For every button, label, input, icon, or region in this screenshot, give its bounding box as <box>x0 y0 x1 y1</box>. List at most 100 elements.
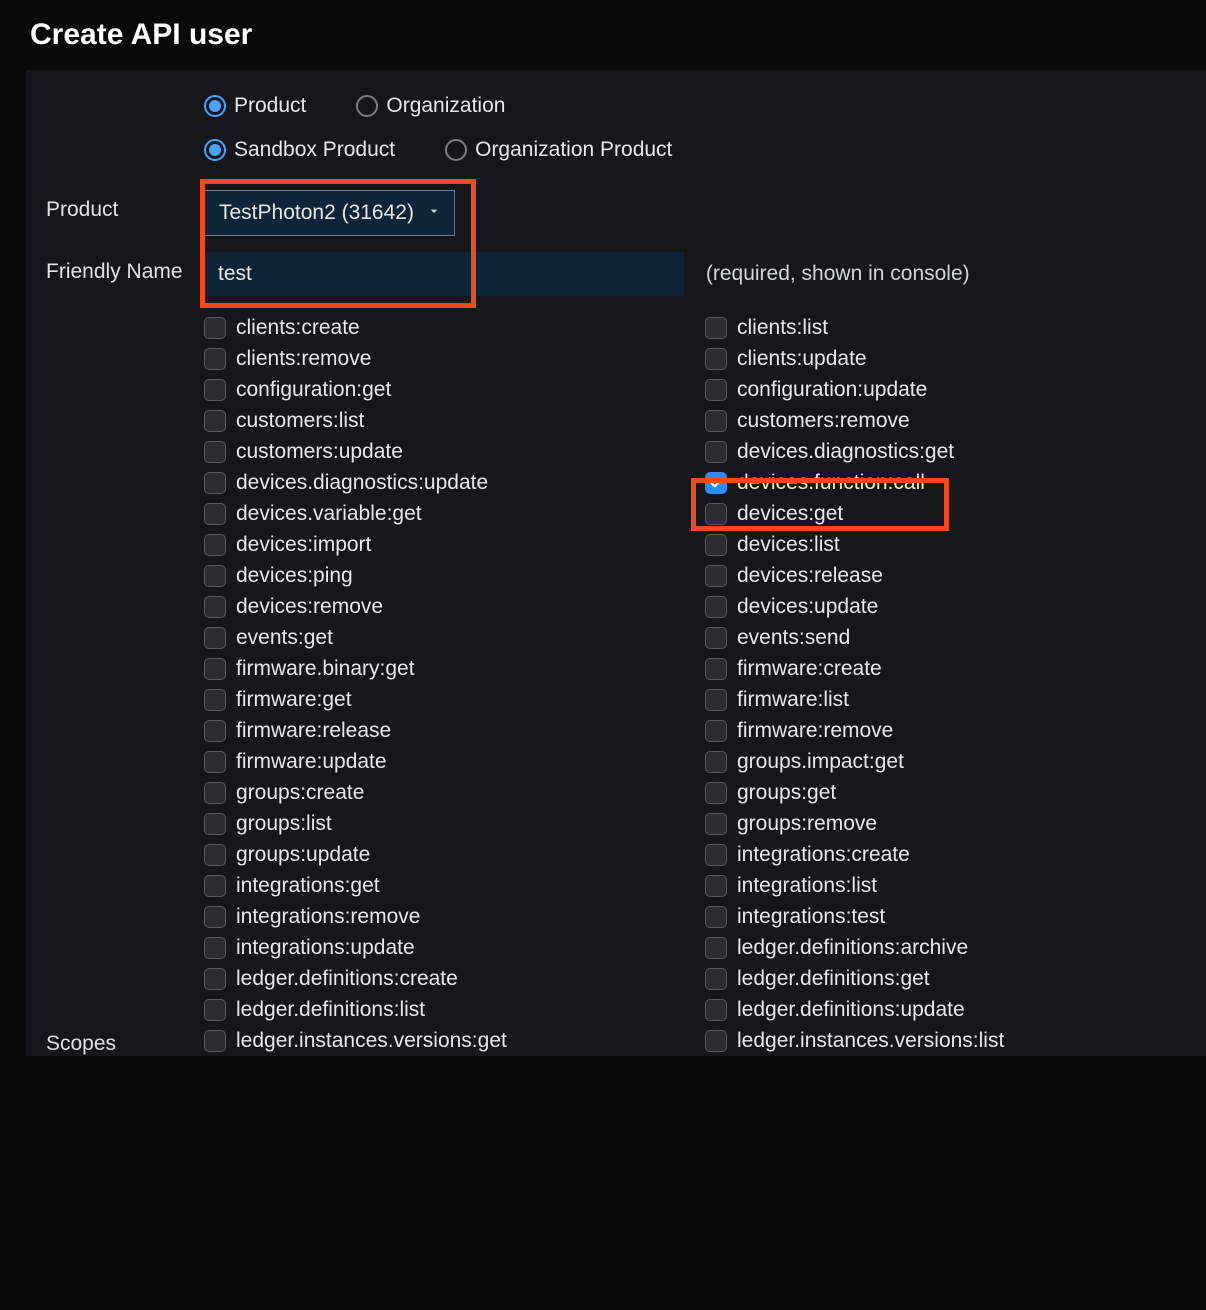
scope-label[interactable]: ledger.definitions:update <box>737 998 965 1022</box>
product-select[interactable]: TestPhoton2 (31642) <box>204 190 455 236</box>
scope-checkbox[interactable] <box>204 472 226 494</box>
scope-checkbox[interactable] <box>705 720 727 742</box>
scope-checkbox[interactable] <box>204 875 226 897</box>
scope-checkbox[interactable] <box>204 658 226 680</box>
scope-label[interactable]: configuration:update <box>737 378 927 402</box>
scope-label[interactable]: groups:create <box>236 781 364 805</box>
scope-checkbox[interactable] <box>705 441 727 463</box>
friendly-name-input[interactable] <box>204 252 684 296</box>
scope-checkbox[interactable] <box>705 503 727 525</box>
scope-label[interactable]: devices.function:call <box>737 471 925 495</box>
scope-label[interactable]: devices:ping <box>236 564 353 588</box>
scope-checkbox[interactable] <box>204 565 226 587</box>
scope-label[interactable]: firmware.binary:get <box>236 657 415 681</box>
radio-organization-product[interactable]: Organization Product <box>445 138 672 162</box>
radio-sandbox-product[interactable]: Sandbox Product <box>204 138 395 162</box>
scope-label[interactable]: clients:update <box>737 347 867 371</box>
scope-checkbox[interactable] <box>705 317 727 339</box>
scope-label[interactable]: ledger.definitions:create <box>236 967 458 991</box>
scope-checkbox[interactable] <box>705 1030 727 1052</box>
scope-checkbox[interactable] <box>705 348 727 370</box>
scope-label[interactable]: configuration:get <box>236 378 391 402</box>
scope-label[interactable]: devices:import <box>236 533 371 557</box>
scope-checkbox[interactable] <box>204 968 226 990</box>
scope-label[interactable]: events:send <box>737 626 850 650</box>
scope-label[interactable]: devices:remove <box>236 595 383 619</box>
scope-checkbox[interactable] <box>204 441 226 463</box>
scope-label[interactable]: clients:list <box>737 316 828 340</box>
scope-label[interactable]: integrations:remove <box>236 905 420 929</box>
scope-label[interactable]: integrations:get <box>236 874 380 898</box>
scope-checkbox[interactable] <box>705 472 727 494</box>
scope-label[interactable]: customers:list <box>236 409 364 433</box>
scope-label[interactable]: groups:get <box>737 781 836 805</box>
scope-label[interactable]: devices:update <box>737 595 878 619</box>
scope-label[interactable]: devices.diagnostics:update <box>236 471 488 495</box>
scope-checkbox[interactable] <box>204 844 226 866</box>
scope-checkbox[interactable] <box>705 565 727 587</box>
scope-label[interactable]: ledger.instances.versions:list <box>737 1029 1004 1053</box>
scope-label[interactable]: integrations:update <box>236 936 415 960</box>
scope-checkbox[interactable] <box>204 813 226 835</box>
scope-label[interactable]: firmware:remove <box>737 719 893 743</box>
scope-label[interactable]: ledger.definitions:get <box>737 967 930 991</box>
scope-checkbox[interactable] <box>204 937 226 959</box>
scope-label[interactable]: groups:update <box>236 843 370 867</box>
scope-label[interactable]: customers:remove <box>737 409 910 433</box>
scope-checkbox[interactable] <box>705 658 727 680</box>
scope-checkbox[interactable] <box>705 999 727 1021</box>
scope-checkbox[interactable] <box>204 751 226 773</box>
scope-checkbox[interactable] <box>705 844 727 866</box>
scope-label[interactable]: ledger.definitions:archive <box>737 936 968 960</box>
scope-checkbox[interactable] <box>705 689 727 711</box>
scope-label[interactable]: firmware:list <box>737 688 849 712</box>
scope-label[interactable]: customers:update <box>236 440 403 464</box>
scope-label[interactable]: ledger.definitions:list <box>236 998 425 1022</box>
scope-label[interactable]: groups:list <box>236 812 332 836</box>
scope-checkbox[interactable] <box>204 379 226 401</box>
scope-label[interactable]: integrations:list <box>737 874 877 898</box>
scope-checkbox[interactable] <box>705 627 727 649</box>
scope-checkbox[interactable] <box>204 503 226 525</box>
scope-checkbox[interactable] <box>204 348 226 370</box>
scope-checkbox[interactable] <box>204 999 226 1021</box>
scope-checkbox[interactable] <box>705 596 727 618</box>
scope-checkbox[interactable] <box>204 317 226 339</box>
scope-checkbox[interactable] <box>705 937 727 959</box>
scope-checkbox[interactable] <box>204 782 226 804</box>
scope-checkbox[interactable] <box>705 379 727 401</box>
scope-checkbox[interactable] <box>705 782 727 804</box>
scope-checkbox[interactable] <box>705 534 727 556</box>
scope-checkbox[interactable] <box>204 410 226 432</box>
scope-label[interactable]: firmware:create <box>737 657 882 681</box>
scope-label[interactable]: events:get <box>236 626 333 650</box>
scope-checkbox[interactable] <box>705 813 727 835</box>
radio-product[interactable]: Product <box>204 94 306 118</box>
scope-checkbox[interactable] <box>204 596 226 618</box>
scope-label[interactable]: groups:remove <box>737 812 877 836</box>
scope-label[interactable]: devices:list <box>737 533 840 557</box>
scope-label[interactable]: ledger.instances.versions:get <box>236 1029 507 1053</box>
scope-checkbox[interactable] <box>204 906 226 928</box>
scope-checkbox[interactable] <box>204 534 226 556</box>
scope-checkbox[interactable] <box>204 720 226 742</box>
scope-label[interactable]: devices.variable:get <box>236 502 422 526</box>
scope-label[interactable]: firmware:update <box>236 750 387 774</box>
scope-checkbox[interactable] <box>204 1030 226 1052</box>
scope-label[interactable]: devices.diagnostics:get <box>737 440 954 464</box>
scope-checkbox[interactable] <box>204 627 226 649</box>
scope-label[interactable]: devices:get <box>737 502 843 526</box>
scope-label[interactable]: firmware:get <box>236 688 352 712</box>
scope-label[interactable]: clients:remove <box>236 347 371 371</box>
scope-checkbox[interactable] <box>705 875 727 897</box>
scope-label[interactable]: clients:create <box>236 316 360 340</box>
scope-checkbox[interactable] <box>705 751 727 773</box>
scope-checkbox[interactable] <box>204 689 226 711</box>
scope-checkbox[interactable] <box>705 410 727 432</box>
scope-label[interactable]: integrations:create <box>737 843 910 867</box>
scope-label[interactable]: groups.impact:get <box>737 750 904 774</box>
radio-organization[interactable]: Organization <box>356 94 505 118</box>
scope-label[interactable]: integrations:test <box>737 905 885 929</box>
scope-label[interactable]: firmware:release <box>236 719 391 743</box>
scope-label[interactable]: devices:release <box>737 564 883 588</box>
